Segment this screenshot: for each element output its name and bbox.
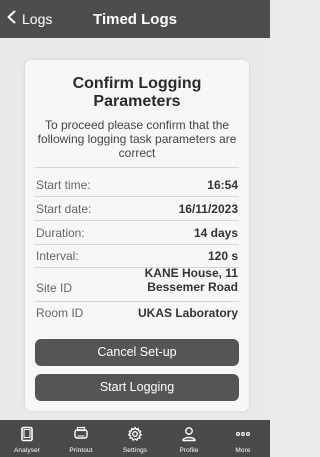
tab-more[interactable]: More <box>216 420 270 457</box>
tab-label: Settings <box>122 447 148 454</box>
tab-printout[interactable]: Printout <box>54 420 108 457</box>
row-site-id-value: KANE House, 11 Bessemer Road <box>36 266 238 296</box>
start-logging-button[interactable]: Start Logging <box>35 374 239 401</box>
chevron-left-icon <box>4 9 20 30</box>
nav-header: Logs Timed Logs <box>0 0 270 38</box>
tab-label: More <box>235 447 251 454</box>
card-title: Confirm Logging Parameters <box>25 75 249 111</box>
row-value: 120 s <box>207 249 238 263</box>
row-value: KANE House, 11 Bessemer Road <box>118 266 238 294</box>
tab-settings[interactable]: Settings <box>108 420 162 457</box>
card-description: To proceed please confirm that the follo… <box>37 118 237 160</box>
tab-label: Analyser <box>13 447 41 454</box>
divider <box>35 301 239 302</box>
card-title-line1: Confirm Logging <box>72 75 202 92</box>
card-title-line2: Parameters <box>93 93 181 110</box>
divider <box>35 196 239 197</box>
back-label: Logs <box>22 11 53 27</box>
divider <box>35 220 239 221</box>
site-id-line1: KANE House, 11 <box>144 266 238 280</box>
user-icon <box>180 425 198 443</box>
more-dots-icon <box>234 425 252 443</box>
row-label: Duration: <box>36 226 85 240</box>
tab-profile[interactable]: Profile <box>162 420 216 457</box>
screen: Logs Timed Logs Confirm Logging Paramete… <box>0 0 270 457</box>
printer-icon <box>72 425 90 443</box>
tablet-icon <box>18 425 36 443</box>
gear-icon <box>126 425 144 443</box>
divider <box>35 244 239 245</box>
cancel-setup-button[interactable]: Cancel Set-up <box>35 339 239 366</box>
confirm-card: Confirm Logging Parameters To proceed pl… <box>25 60 249 411</box>
row-value: 16:54 <box>207 178 238 192</box>
tab-bar: Analyser Printout Settings Profile More <box>0 420 270 457</box>
tab-label: Profile <box>179 447 199 454</box>
tab-label: Printout <box>69 447 93 454</box>
row-value: 16/11/2023 <box>178 202 238 216</box>
row-label: Start date: <box>36 202 92 216</box>
divider <box>35 167 239 168</box>
row-value: 14 days <box>193 226 238 240</box>
back-button[interactable]: Logs <box>4 7 52 31</box>
row-label: Interval: <box>36 249 79 263</box>
tab-analyser[interactable]: Analyser <box>0 420 54 457</box>
site-id-line2: Bessemer Road <box>147 280 238 294</box>
row-label: Start time: <box>36 178 91 192</box>
row-label: Room ID <box>36 306 84 320</box>
row-value: UKAS Laboratory <box>137 306 238 320</box>
